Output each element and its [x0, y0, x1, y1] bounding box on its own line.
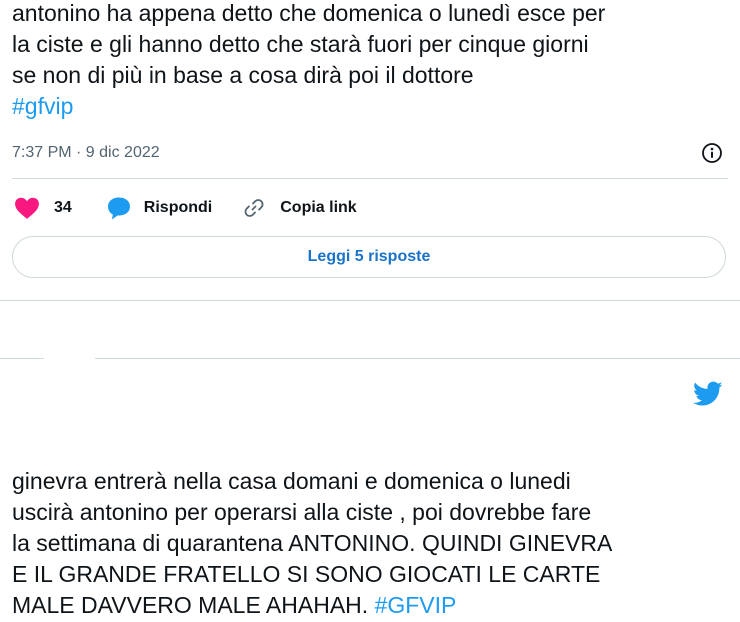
tweet-text-line: la settimana di quarantena ANTONINO. QUI… [12, 530, 613, 556]
hashtag-link[interactable]: #GFVIP [375, 592, 457, 618]
tweet-text-line: MALE DAVVERO MALE AHAHAH. #GFVIP [12, 590, 612, 621]
twitter-bird-icon[interactable] [693, 381, 723, 407]
copy-link-label: Copia link [280, 199, 357, 216]
tweet-text-line: la ciste e gli hanno detto che starà fuo… [12, 31, 589, 57]
divider [0, 300, 740, 301]
divider [95, 358, 740, 359]
tweet-embed-1: antonino ha appena detto che domenica o … [0, 0, 740, 300]
tweet-text: ginevra entrerà nella casa domani e dome… [12, 466, 612, 621]
reply-button[interactable]: Rispondi [106, 196, 212, 220]
tweet-text-fragment: MALE DAVVERO MALE AHAHAH. [12, 592, 375, 618]
tweet-text: antonino ha appena detto che domenica o … [12, 0, 605, 122]
tweet-meta: 7:37 PM · 9 dic 2022 [12, 141, 728, 165]
hashtag-link[interactable]: #gfvip [12, 91, 605, 122]
like-button[interactable]: 34 [14, 196, 72, 220]
like-count: 34 [54, 199, 72, 216]
link-icon [244, 199, 264, 217]
reply-label: Rispondi [143, 199, 213, 216]
tweet-text-line: ginevra entrerà nella casa domani e dome… [12, 468, 571, 494]
heart-icon [15, 197, 39, 219]
tweet-text-line: antonino ha appena detto che domenica o … [12, 0, 606, 26]
divider [0, 358, 44, 359]
copy-link-button[interactable]: Copia link [242, 196, 357, 220]
info-icon[interactable] [700, 141, 724, 165]
tweet-timestamp[interactable]: 7:37 PM · 9 dic 2022 [12, 144, 160, 161]
tweet-actions: 34 Rispondi Copia link [14, 195, 357, 221]
tweet-text-line: E IL GRANDE FRATELLO SI SONO GIOCATI LE … [12, 561, 601, 587]
tweet-text-line: se non di più in base a cosa dirà poi il… [12, 62, 474, 88]
read-replies-button[interactable]: Leggi 5 risposte [12, 236, 726, 278]
speech-bubble-icon [107, 197, 130, 220]
divider [12, 178, 728, 179]
tweet-text-line: uscirà antonino per operarsi alla ciste … [12, 499, 592, 525]
